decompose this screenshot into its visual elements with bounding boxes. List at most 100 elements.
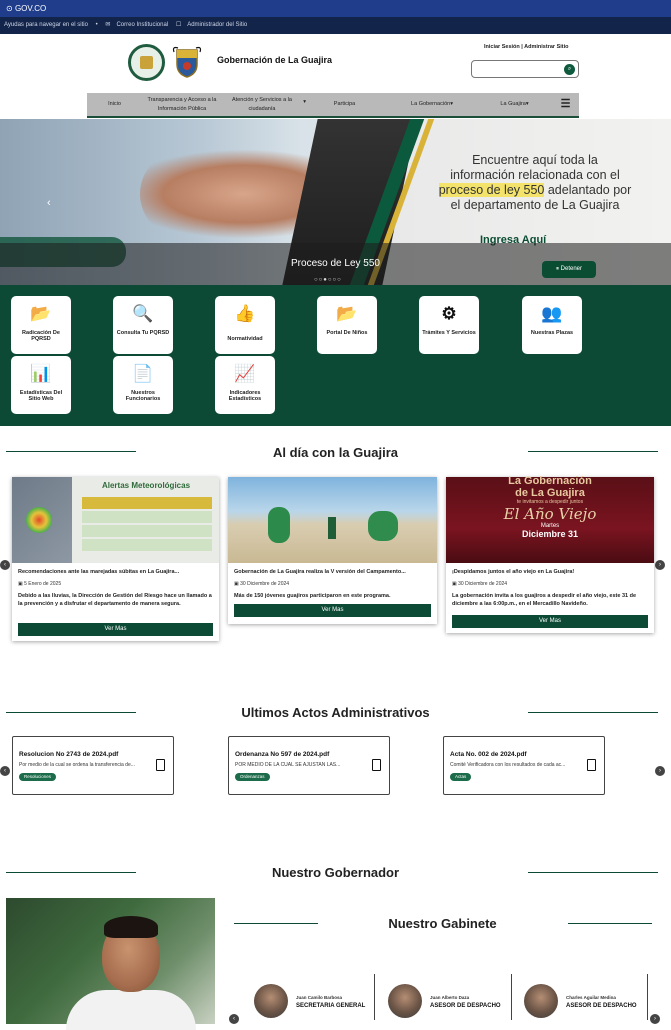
cabinet-member[interactable]: Juan Alberto Daza ASESOR DE DESPACHO — [388, 978, 506, 1024]
acto-name[interactable]: Ordenanza No 597 de 2024.pdf — [235, 751, 329, 758]
calendar-icon: ▣ — [452, 581, 457, 587]
actos-next-icon[interactable]: › — [655, 766, 665, 776]
cabinet-member[interactable]: Juan Camilo Barbosa SECRETARIA GENERAL — [254, 978, 372, 1024]
news-title[interactable]: ¡Despidamos juntos el año viejo en La Gu… — [452, 569, 648, 576]
help-navigation-link[interactable]: Ayudas para navegar en el sitio — [4, 22, 88, 28]
cabinet-prev-icon[interactable]: ‹ — [229, 1014, 239, 1024]
admin-site-link[interactable]: Administrar Sitio — [524, 44, 568, 50]
see-more-button[interactable]: Ver Mas — [234, 604, 431, 617]
search-input[interactable]: ⌕ — [471, 60, 579, 78]
document-icon[interactable] — [156, 759, 165, 771]
news-card[interactable]: La Gobernación de La Guajira te invitamo… — [446, 475, 654, 633]
avatar — [524, 984, 558, 1018]
divider — [374, 974, 375, 1020]
member-role: ASESOR DE DESPACHO — [566, 1003, 637, 1009]
hero-message: Encuentre aquí toda la información relac… — [415, 153, 655, 213]
acto-name[interactable]: Resolucion No 2743 de 2024.pdf — [19, 751, 118, 758]
actos-prev-icon[interactable]: ‹ — [0, 766, 10, 776]
accessibility-bar: Ayudas para navegar en el sitio • ✉ Corre… — [0, 17, 671, 34]
tile-label: Trámites Y Servicios — [422, 330, 476, 336]
site-title[interactable]: Gobernación de La Guajira — [217, 55, 332, 65]
member-name: Juan Alberto Daza — [430, 995, 470, 1000]
nav-item-participa[interactable]: Participa — [302, 100, 387, 108]
carousel-indicators[interactable]: ○○●○○○ — [314, 277, 342, 283]
divider — [528, 712, 658, 713]
acto-tag[interactable]: Ordenanzas — [235, 773, 270, 781]
colombia-coat-of-arms-logo[interactable] — [172, 46, 202, 79]
news-title[interactable]: Recomendaciones ante las marejadas súbit… — [18, 569, 213, 576]
nav-item-inicio[interactable]: Inicio — [87, 100, 142, 108]
alert-row — [82, 525, 212, 537]
acto-card[interactable]: Resolucion No 2743 de 2024.pdf Por medio… — [12, 736, 174, 795]
acto-tag[interactable]: Resoluciones — [19, 773, 57, 781]
tile-consulta-pqrsd[interactable]: 🔍 Consulta Tu PQRSD — [113, 296, 173, 354]
see-more-button[interactable]: Ver Mas — [452, 615, 648, 628]
document-icon[interactable] — [587, 759, 596, 771]
poster-line1: La Gobernación — [508, 475, 592, 487]
campers-image — [368, 511, 398, 541]
nav-item-guajira[interactable]: La Guajira▾ — [477, 100, 552, 108]
carousel-prev-icon[interactable]: ‹ — [47, 197, 51, 209]
nav-item-gobernacion-label: La Gobernación — [411, 101, 451, 108]
acto-card[interactable]: Ordenanza No 597 de 2024.pdf POR MEDIO D… — [228, 736, 390, 795]
tile-normatividad[interactable]: 👍 Normatividad — [215, 296, 275, 354]
nav-item-gobernacion[interactable]: La Gobernación▾ — [387, 100, 477, 108]
acto-excerpt: POR MEDIO DE LA CUAL SE AJUSTAN LAS... — [235, 762, 341, 768]
govco-bar: ⊙ GOV.CO — [0, 0, 671, 17]
cabinet-next-icon[interactable]: › — [650, 1014, 660, 1024]
acto-tag[interactable]: Actas — [450, 773, 472, 781]
governor-photo[interactable] — [6, 898, 215, 1030]
search-icon[interactable]: ⌕ — [564, 64, 575, 75]
tile-portal-ninos[interactable]: 📂 Portal De Niños — [317, 296, 377, 354]
nav-item-transparencia[interactable]: Transparencia y Acceso a la Información … — [142, 96, 222, 113]
news-image — [228, 477, 437, 563]
institutional-mail-link[interactable]: Correo Institucional — [116, 22, 168, 28]
news-card[interactable]: Alertas Meteorológicas Recomendaciones a… — [12, 477, 219, 641]
news-date: ▣ 30 Diciembre de 2024 — [234, 581, 289, 587]
news-summary: La gobernación invita a los guajiros a d… — [452, 593, 637, 607]
tile-label: Radicación De PQRSD — [22, 330, 60, 342]
acto-excerpt: Por medio de la cual se ordena la transf… — [19, 762, 135, 768]
acto-card[interactable]: Acta No. 002 de 2024.pdf Comité Verifica… — [443, 736, 605, 795]
see-more-button[interactable]: Ver Mas — [18, 623, 213, 636]
news-date: ▣ 5 Enero de 2025 — [18, 581, 61, 587]
nav-item-atencion-label: Atención y Servicios a la ciudadanía — [232, 97, 292, 112]
nav-item-atencion[interactable]: Atención y Servicios a la ciudadanía ▾ — [222, 96, 306, 113]
tile-tramites-servicios[interactable]: ⚙ Trámites Y Servicios — [419, 296, 479, 354]
news-date-text: 30 Diciembre de 2024 — [240, 581, 290, 587]
tile-radicacion-pqrsd[interactable]: 📂 Radicación De PQRSD — [11, 296, 71, 354]
bar-chart-icon: 📊 — [30, 364, 52, 383]
campers-image — [268, 507, 290, 543]
chevron-down-icon: ▾ — [303, 99, 306, 106]
hero-carousel: Encuentre aquí toda la información relac… — [0, 119, 671, 285]
govco-label[interactable]: GOV.CO — [15, 4, 46, 13]
cabinet-member[interactable]: Charles Aguilar Medina ASESOR DE DESPACH… — [524, 978, 642, 1024]
login-link[interactable]: Iniciar Sesión — [484, 44, 520, 50]
govco-icon: ⊙ — [6, 4, 13, 13]
hamburger-menu-icon[interactable]: ☰ — [552, 96, 579, 113]
news-section-title: Al día con la Guajira — [273, 445, 398, 460]
carousel-pause-button[interactable]: ⏸ Detener — [542, 261, 596, 278]
line-chart-icon: 📈 — [234, 364, 256, 383]
news-title[interactable]: Gobernación de La Guajira realiza la V v… — [234, 569, 431, 576]
tile-indicadores[interactable]: 📈 Indicadores Estadísticos — [215, 356, 275, 414]
acto-name[interactable]: Acta No. 002 de 2024.pdf — [450, 751, 527, 758]
governor-photo-shirt — [66, 990, 196, 1030]
admin-icon: ☐ — [175, 22, 182, 28]
document-icon[interactable] — [372, 759, 381, 771]
news-prev-icon[interactable]: ‹ — [0, 560, 10, 570]
news-next-icon[interactable]: › — [655, 560, 665, 570]
news-image: Alertas Meteorológicas — [12, 477, 219, 563]
tile-nuestras-plazas[interactable]: 👥 Nuestras Plazas — [522, 296, 582, 354]
news-card[interactable]: Gobernación de La Guajira realiza la V v… — [228, 477, 437, 624]
member-name: Charles Aguilar Medina — [566, 995, 616, 1000]
tile-estadisticas-sitio[interactable]: 📊 Estadísticas Del Sitio Web — [11, 356, 71, 414]
chevron-down-icon: ▾ — [525, 101, 529, 108]
avatar — [254, 984, 288, 1018]
nav-item-guajira-label: La Guajira — [500, 101, 526, 108]
site-admin-link[interactable]: Administrador del Sitio — [187, 22, 247, 28]
tile-label: Nuestras Plazas — [530, 330, 574, 336]
alert-row — [82, 511, 212, 523]
tile-nuestros-funcionarios[interactable]: 📄 Nuestros Funcionarios — [113, 356, 173, 414]
guajira-seal-logo[interactable] — [128, 44, 165, 81]
